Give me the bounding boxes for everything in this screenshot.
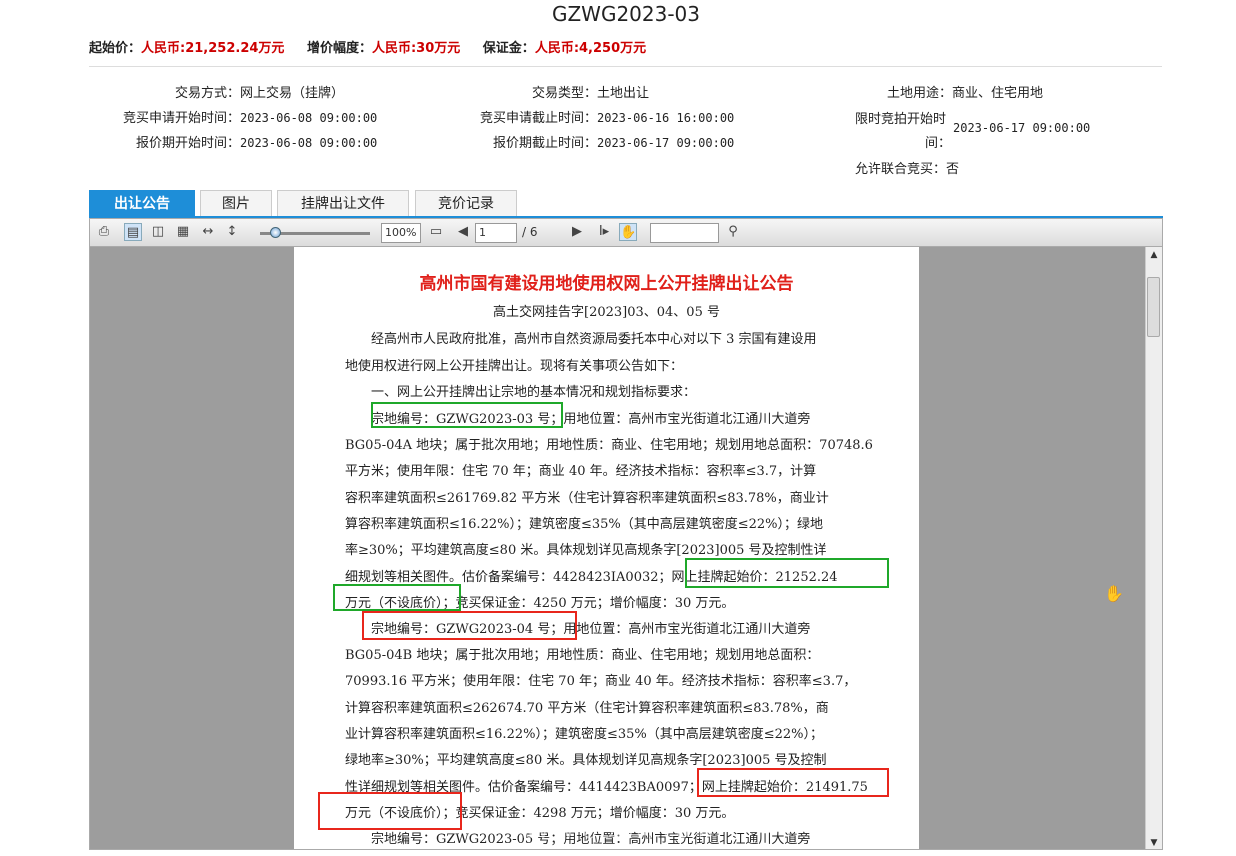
document-title: 高州市国有建设用地使用权网上公开挂牌出让公告: [419, 274, 794, 294]
next-page-icon[interactable]: ▶: [568, 223, 586, 241]
limit-start-time: 2023-06-17 09:00:00: [953, 121, 1091, 135]
print-icon[interactable]: ⎙: [95, 223, 113, 241]
deposit-value: 人民币:4,250万元: [534, 41, 647, 56]
quote-end-time: 报价期截止时间：2023-06-17 09:00:00: [492, 136, 735, 151]
page-gutter-left: [90, 247, 294, 849]
watermark: www.GDMM.com: [520, 819, 713, 843]
viewer-toolbar: ⎙ ▤ ◫ ▦ ↔ ↕ 100% ▭ ◀ 1 / 6 ▶ I▸ ✋ ⚲: [90, 219, 1162, 247]
apply-end-time: 竞买申请截止时间：2023-06-16 16:00:00: [479, 111, 735, 126]
doc-line: 地使用权进行网上公开挂牌出让。现将有关事项公告如下：: [345, 359, 684, 374]
doc-line: 业计算容积率建筑面积≤16.22%）；建筑密度≤35%（其中高层建筑密度≤22%…: [345, 727, 824, 742]
highlight-parcel-04: [362, 611, 577, 640]
hand-tool-icon[interactable]: ✋: [619, 223, 637, 241]
doc-line: BG05-04B 地块；属于批次用地；用地性质：商业、住宅用地；规划用地总面积：: [345, 648, 820, 663]
two-page-icon[interactable]: ◫: [149, 223, 167, 241]
doc-line: 率≥30%；平均建筑高度≤80 米。具体规划详见高规条字[2023]005 号及…: [345, 543, 827, 558]
doc-line: 算容积率建筑面积≤16.22%）；建筑密度≤35%（其中高层建筑密度≤22%）；…: [345, 517, 824, 532]
hand-cursor-icon: ✋: [1104, 584, 1124, 603]
search-icon[interactable]: ⚲: [724, 223, 742, 241]
single-page-icon[interactable]: ▤: [124, 223, 142, 241]
doc-line: BG05-04A 地块；属于批次用地；用地性质：商业、住宅用地；规划用地总面积：…: [345, 438, 873, 453]
highlight-no-reserve-03: [333, 584, 461, 611]
start-price-value: 人民币:21,252.24万元: [141, 41, 285, 56]
doc-line: 平方米；使用年限：住宅 70 年；商业 40 年。经济技术指标：容积率≤3.7，…: [345, 464, 817, 479]
document-page: 高州市国有建设用地使用权网上公开挂牌出让公告 高土交网挂告字[2023]03、0…: [294, 247, 919, 849]
increment-label: 增价幅度：: [306, 41, 372, 56]
fullscreen-icon[interactable]: ▭: [427, 223, 445, 241]
page-total: / 6: [522, 225, 538, 239]
apply-start-time: 竞买申请开始时间：2023-06-08 09:00:00: [122, 111, 378, 126]
scroll-down-icon[interactable]: ▼: [1146, 835, 1162, 849]
search-input[interactable]: [650, 223, 719, 243]
text-select-icon[interactable]: I▸: [595, 223, 613, 241]
deposit-label: 保证金：: [482, 41, 535, 56]
tab-bid-records[interactable]: 竞价记录: [415, 190, 517, 216]
tab-images[interactable]: 图片: [200, 190, 272, 216]
page-number-input[interactable]: 1: [475, 223, 517, 243]
quote-start-time: 报价期开始时间：2023-06-08 09:00:00: [135, 136, 378, 151]
joint-bidding: 允许联合竞买：否: [855, 162, 960, 177]
price-summary: 起始价：人民币:21,252.24万元 增价幅度：人民币:30万元 保证金：人民…: [89, 37, 664, 56]
highlight-parcel-03: [371, 402, 563, 428]
land-use: 土地用途：商业、住宅用地: [886, 86, 1044, 101]
scroll-up-icon[interactable]: ▲: [1146, 247, 1162, 263]
document-subtitle: 高土交网挂告字[2023]03、04、05 号: [493, 305, 720, 320]
fit-height-icon[interactable]: ↕: [223, 223, 241, 241]
doc-line: 容积率建筑面积≤261769.82 平方米（住宅计算容积率建筑面积≤83.78%…: [345, 491, 829, 506]
grid-view-icon[interactable]: ▦: [174, 223, 192, 241]
doc-line: 70993.16 平方米；使用年限：住宅 70 年；商业 40 年。经济技术指标…: [345, 674, 857, 689]
doc-line: 绿地率≥30%；平均建筑高度≤80 米。具体规划详见高规条字[2023]005 …: [345, 753, 827, 768]
highlight-start-price-04: [697, 768, 889, 797]
prev-page-icon[interactable]: ◀: [454, 223, 472, 241]
page-gutter-right: [919, 247, 1146, 849]
increment-value: 人民币:30万元: [371, 41, 461, 56]
limit-start-label: 限时竞拍开始时 间：: [855, 112, 952, 151]
pdf-viewer: ⎙ ▤ ◫ ▦ ↔ ↕ 100% ▭ ◀ 1 / 6 ▶ I▸ ✋ ⚲ 高州市国…: [89, 218, 1163, 850]
fit-width-icon[interactable]: ↔: [199, 223, 217, 241]
start-price-label: 起始价：: [89, 41, 142, 56]
zoom-input[interactable]: 100%: [381, 223, 421, 243]
highlight-no-reserve-04: [318, 792, 462, 830]
page-title: GZWG2023-03: [551, 2, 701, 26]
trade-type: 交易类型：土地出让: [531, 86, 650, 101]
zoom-slider-handle[interactable]: [270, 227, 281, 238]
tab-announcement[interactable]: 出让公告: [89, 190, 195, 216]
tab-listing-documents[interactable]: 挂牌出让文件: [277, 190, 409, 216]
highlight-start-price-03: [685, 558, 889, 588]
divider: [89, 66, 1162, 67]
trade-method: 交易方式：网上交易（挂牌）: [174, 86, 345, 101]
doc-line: 计算容积率建筑面积≤262674.70 平方米（住宅计算容积率建筑面积≤83.7…: [345, 701, 829, 716]
doc-line: 一、网上公开挂牌出让宗地的基本情况和规划指标要求：: [345, 385, 697, 400]
scroll-thumb[interactable]: [1147, 277, 1160, 337]
vertical-scrollbar[interactable]: ▲ ▼: [1145, 247, 1162, 849]
doc-line: 经高州市人民政府批准，高州市自然资源局委托本中心对以下 3 宗国有建设用: [345, 332, 817, 347]
